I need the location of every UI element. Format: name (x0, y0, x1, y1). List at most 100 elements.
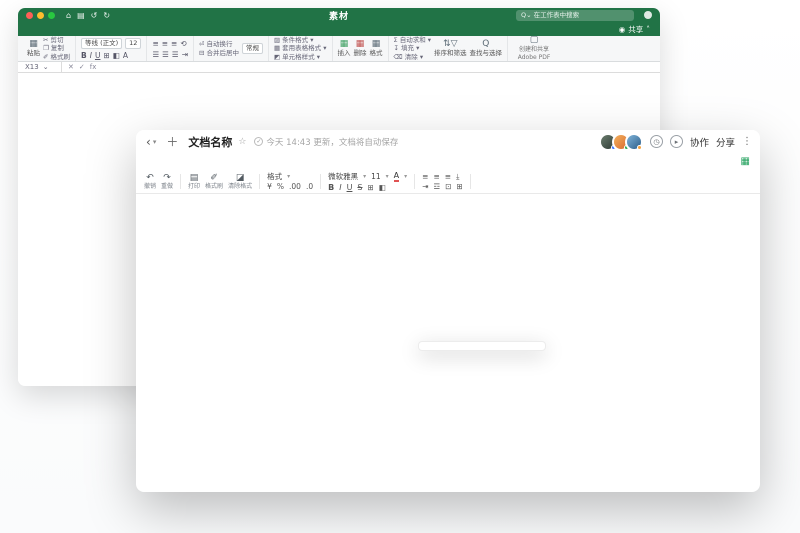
font-color-icon[interactable]: A (394, 172, 399, 182)
insert-cells-button[interactable]: ▦ 插入 (338, 40, 351, 57)
fill-color-icon[interactable]: ◧ (379, 184, 386, 192)
bookmark-icon[interactable]: ☆ (238, 137, 246, 147)
bold-button[interactable]: B (328, 184, 334, 192)
font-size-select[interactable]: 11 (371, 173, 381, 181)
font-name-select[interactable]: 微软雅黑 (328, 173, 358, 181)
clear-format-icon: ◪ (236, 174, 245, 183)
indent-icon[interactable]: ⇥ (182, 50, 188, 59)
account-icon[interactable] (644, 11, 652, 19)
sort-filter-button[interactable]: ⇅▽ 排序和筛选 (434, 40, 467, 57)
clipboard-group: ▦ 粘贴 ✂ 剪切 ❐ 复制 ✐ 格式刷 (22, 36, 76, 61)
border-icon[interactable]: ⊞ (103, 51, 109, 60)
history-icon[interactable]: ◷ (650, 135, 663, 148)
create-pdf-button[interactable]: ▢ 创建和共享 Adobe PDF (513, 36, 555, 60)
enter-icon[interactable]: ✓ (79, 63, 85, 71)
back-icon[interactable]: ‹ (146, 135, 151, 149)
minimize-button[interactable] (37, 12, 44, 19)
text-wrap-icon[interactable]: ⇥ (422, 183, 428, 191)
align-right-icon[interactable]: ≡ (445, 173, 451, 181)
italic-button[interactable]: I (339, 184, 341, 192)
bold-button[interactable]: B (81, 51, 87, 60)
format-cells-icon: ▦ (372, 40, 381, 49)
close-button[interactable] (26, 12, 33, 19)
copy-button[interactable]: ❐ 复制 (43, 44, 70, 52)
format-painter-button[interactable]: ✐ 格式刷 (205, 174, 223, 190)
align-top-icon[interactable]: ≡ (152, 39, 158, 48)
zoom-button[interactable] (48, 12, 55, 19)
split-cells-icon[interactable]: ⊡ (445, 183, 451, 191)
cancel-icon[interactable]: ✕ (68, 63, 74, 71)
number-format-select[interactable]: 常规 (242, 43, 263, 54)
avatar[interactable] (625, 133, 643, 151)
format-cells-button[interactable]: ▦ 格式 (370, 40, 383, 57)
share-button[interactable]: 分享 (716, 135, 735, 149)
delete-cells-button[interactable]: ▦ 删除 (354, 40, 367, 57)
orientation-icon[interactable]: ⟲ (180, 39, 186, 48)
collaborator-avatars[interactable] (599, 133, 643, 151)
italic-button[interactable]: I (90, 51, 92, 60)
format-menu-button[interactable]: 格式 (267, 173, 282, 181)
paste-button[interactable]: ▦ 粘贴 (27, 40, 40, 57)
fx-icon[interactable]: fx (90, 63, 97, 71)
saved-check-icon: ✓ (254, 137, 263, 146)
format-as-table-button[interactable]: ▦ 套用表格格式 ▾ (274, 44, 327, 52)
align-bottom-icon[interactable]: ≡ (171, 39, 177, 48)
sheet-view-icon[interactable]: ▦ (741, 156, 750, 167)
font-color-icon[interactable]: A (123, 51, 128, 60)
align-middle-icon[interactable]: ≡ (162, 39, 168, 48)
vertical-align-icon[interactable]: ⤓ (456, 173, 459, 181)
align-center-icon[interactable]: ≡ (433, 173, 439, 181)
clear-button[interactable]: ⌫ 清除 ▾ (394, 53, 432, 61)
strikethrough-button[interactable]: S (357, 184, 362, 192)
alignment-group: ≡ ≡ ≡ ⤓ ⇥ ☲ ⊡ ⊞ (422, 173, 463, 190)
font-group: 等线 (正文) 12 B I U ⊞ ◧ A (76, 36, 147, 61)
document-title[interactable]: 文档名称 (188, 134, 232, 150)
font-name-select[interactable]: 等线 (正文) (81, 38, 122, 49)
name-box[interactable]: X13 ⌄ (18, 62, 62, 72)
align-right-icon[interactable]: ☰ (172, 50, 179, 59)
grid-icon[interactable]: ⊞ (457, 183, 463, 191)
undo-button[interactable]: ↶ 撤销 (144, 174, 156, 190)
print-icon: ▤ (190, 174, 199, 183)
cell-border-icon[interactable]: ⊞ (368, 184, 374, 192)
find-select-button[interactable]: Q 查找与选择 (470, 40, 503, 57)
format-painter-button[interactable]: ✐ 格式刷 (43, 53, 70, 61)
underline-button[interactable]: U (95, 51, 101, 60)
redo-icon[interactable]: ↻ (103, 11, 110, 20)
dropdown-caret-icon[interactable]: ▾ (153, 138, 157, 146)
currency-button[interactable]: ¥ (267, 183, 272, 191)
pdf-icon: ▢ (530, 36, 539, 45)
cell-styles-button[interactable]: ◩ 单元格样式 ▾ (274, 53, 327, 61)
wrap-text-toggle[interactable]: ⏎ 自动换行 (199, 40, 239, 48)
redo-icon: ↷ (163, 174, 171, 183)
shimo-window: ‹ ▾ ＋ 文档名称 ☆ ✓ 今天 14:43 更新，文档将自动保存 ◷ ▸ 协… (136, 130, 760, 492)
fill-button[interactable]: ↧ 填充 ▾ (394, 44, 432, 52)
cells-group: ▦ 插入 ▦ 删除 ▦ 格式 (333, 36, 389, 61)
fill-color-icon[interactable]: ◧ (113, 51, 120, 60)
align-center-icon[interactable]: ☰ (162, 50, 169, 59)
save-status: ✓ 今天 14:43 更新，文档将自动保存 (254, 136, 398, 148)
increase-decimal-button[interactable]: .0 (306, 183, 313, 191)
play-icon[interactable]: ▸ (670, 135, 683, 148)
new-document-icon[interactable]: ＋ (166, 133, 178, 150)
excel-share-button[interactable]: ◉ 共享 ˄ (619, 24, 650, 35)
home-icon[interactable]: ⌂ (66, 11, 71, 20)
collaborate-button[interactable]: 协作 (690, 135, 709, 149)
font-size-select[interactable]: 12 (125, 38, 141, 49)
excel-search-input[interactable]: Q⌄ 在工作表中搜索 (516, 10, 634, 21)
decrease-decimal-button[interactable]: .00 (289, 183, 301, 191)
merge-cells-icon[interactable]: ☲ (433, 183, 440, 191)
merge-center-toggle[interactable]: ⊟ 合并后居中 (199, 49, 239, 57)
undo-icon[interactable]: ↺ (91, 11, 98, 20)
save-icon[interactable]: ▤ (77, 11, 85, 20)
clear-format-button[interactable]: ◪ 清除格式 (228, 174, 252, 190)
print-button[interactable]: ▤ 打印 (188, 174, 200, 190)
redo-button[interactable]: ↷ 重做 (161, 174, 173, 190)
align-left-icon[interactable]: ≡ (422, 173, 428, 181)
more-menu-icon[interactable]: ⋮ (742, 136, 752, 147)
align-left-icon[interactable]: ☰ (152, 50, 159, 59)
paste-label: 粘贴 (27, 50, 40, 57)
percent-button[interactable]: % (277, 183, 284, 191)
underline-button[interactable]: U (347, 184, 353, 192)
number-format-group: 格式 ▾ ¥ % .00 .0 (267, 173, 313, 190)
